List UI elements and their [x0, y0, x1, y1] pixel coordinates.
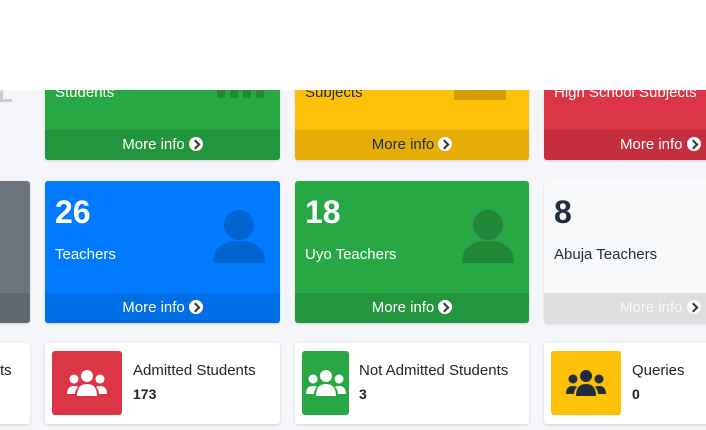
info-box-label: Queries [632, 362, 685, 379]
admitted-students-info-box: Admitted Students 173 [45, 343, 280, 424]
info-box-value: 0 [632, 386, 640, 402]
user-icon [213, 210, 265, 263]
more-info-link[interactable] [0, 293, 30, 323]
partial-info-label: ts [0, 362, 12, 379]
arrow-circle-right-icon [438, 300, 453, 314]
info-box-label: Admitted Students [133, 362, 256, 379]
more-info-link[interactable]: More info [295, 293, 529, 323]
more-info-link[interactable]: More info [295, 130, 529, 160]
users-icon [305, 370, 346, 396]
more-info-link[interactable]: More info [45, 293, 280, 323]
uyo-teachers-box: 18 Uyo Teachers More info [295, 181, 529, 323]
top-navbar-overlay [0, 0, 706, 90]
partial-box-row2 [0, 181, 30, 323]
icon-container [52, 351, 122, 415]
more-info-link[interactable]: More info [45, 130, 280, 160]
users-icon [566, 370, 606, 396]
teachers-count: 26 [55, 194, 91, 230]
more-info-link[interactable]: More info [544, 130, 706, 160]
abuja-teachers-count: 8 [554, 194, 572, 230]
user-icon [462, 210, 514, 263]
box-label: Abuja Teachers [554, 246, 658, 263]
abuja-teachers-box: 8 Abuja Teachers More info [544, 181, 706, 323]
more-info-link[interactable]: More info [544, 293, 706, 323]
arrow-circle-right-icon [686, 137, 701, 151]
partial-info-box: ts [0, 343, 30, 424]
partial-icon-row1 [0, 90, 14, 105]
info-box-label: Not Admitted Students [359, 362, 509, 379]
box-label: Teachers [55, 246, 116, 263]
icon-container [551, 351, 621, 415]
users-icon [67, 370, 107, 396]
uyo-teachers-count: 18 [305, 194, 341, 230]
not-admitted-students-info-box: Not Admitted Students 3 [295, 343, 529, 424]
queries-info-box: Queries 0 [544, 343, 706, 424]
arrow-circle-right-icon [438, 137, 453, 151]
arrow-circle-right-icon [686, 300, 701, 314]
icon-container [302, 351, 349, 415]
arrow-circle-right-icon [188, 137, 203, 151]
arrow-circle-right-icon [188, 300, 203, 314]
info-box-value: 173 [133, 386, 157, 402]
box-label: Uyo Teachers [305, 246, 397, 263]
teachers-box: 26 Teachers More info [45, 181, 280, 323]
info-box-value: 3 [359, 386, 367, 402]
